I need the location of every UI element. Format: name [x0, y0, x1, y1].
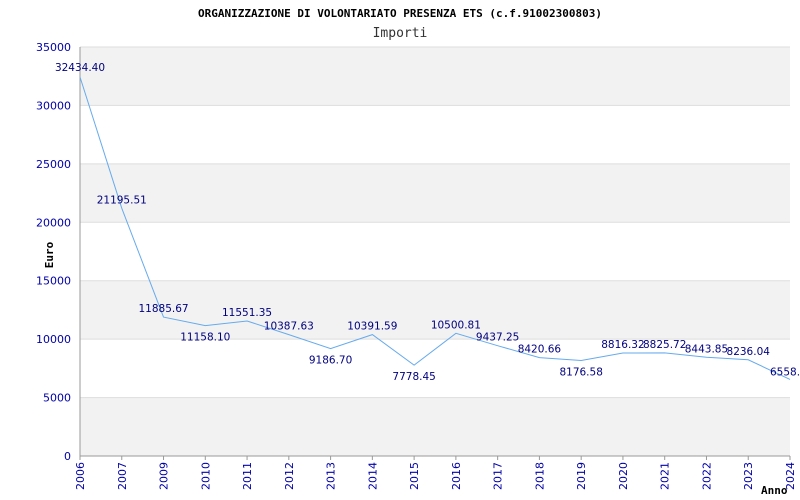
grid-lines [80, 46, 790, 457]
x-axis-ticks: 2006 2007 2009 2010 2011 2012 2013 2014 2015 2016… [74, 456, 797, 490]
x-tick-label: 2019 [575, 462, 588, 490]
grid-band [80, 163, 790, 223]
data-label: 32434.40 [55, 62, 105, 74]
y-tick-label: 10000 [36, 333, 71, 346]
data-label: 6558.30 [770, 366, 800, 378]
x-tick-label: 2011 [241, 462, 254, 490]
x-tick-label: 2016 [450, 462, 463, 490]
data-label: 11158.10 [180, 332, 230, 344]
x-tick-label: 2007 [116, 462, 129, 490]
line-chart: 0 5000 10000 15000 20000 25000 30000 35000 2006… [36, 7, 800, 497]
y-tick-label: 35000 [36, 41, 71, 54]
data-label: 7778.45 [392, 371, 435, 383]
x-tick-label: 2021 [659, 462, 672, 490]
data-label: 10391.59 [347, 321, 397, 333]
x-tick-label: 2012 [283, 462, 296, 490]
x-tick-label: 2020 [617, 462, 630, 490]
data-label: 8236.04 [727, 346, 771, 358]
chart-subtitle: Importi [373, 26, 428, 41]
y-tick-label: 25000 [36, 158, 71, 171]
data-label: 11885.67 [138, 303, 188, 315]
x-tick-label: 2018 [533, 462, 546, 490]
x-tick-label: 2010 [199, 462, 212, 490]
x-axis-label: Anno [761, 484, 788, 497]
x-tick-label: 2022 [700, 462, 713, 490]
data-label: 11551.35 [222, 307, 272, 319]
data-label: 8420.66 [518, 344, 562, 356]
data-label: 10500.81 [431, 319, 481, 331]
y-tick-label: 30000 [36, 99, 71, 112]
y-tick-label: 20000 [36, 216, 71, 229]
grid-band [80, 397, 790, 456]
x-tick-label: 2009 [158, 462, 171, 490]
x-tick-label: 2015 [408, 462, 421, 490]
data-label: 8176.58 [559, 366, 602, 378]
data-label: 9437.25 [476, 332, 519, 344]
data-label: 8443.85 [685, 343, 728, 355]
x-tick-label: 2017 [492, 462, 505, 490]
x-tick-label: 2014 [366, 462, 379, 490]
y-axis-label: Euro [43, 241, 56, 268]
x-tick-label: 2023 [742, 462, 755, 490]
data-label: 8816.32 [601, 339, 644, 351]
y-tick-label: 0 [64, 450, 71, 463]
chart-title: ORGANIZZAZIONE DI VOLONTARIATO PRESENZA … [198, 7, 602, 20]
data-label: 9186.70 [309, 355, 352, 367]
grid-band [80, 47, 790, 106]
data-label: 21195.51 [97, 194, 147, 206]
y-tick-label: 15000 [36, 275, 71, 288]
data-label: 10387.63 [264, 321, 314, 333]
x-tick-label: 2006 [74, 462, 87, 490]
grid-bands [80, 47, 790, 456]
y-tick-label: 5000 [43, 392, 71, 405]
data-label: 8825.72 [643, 339, 686, 351]
x-tick-label: 2013 [325, 462, 338, 490]
